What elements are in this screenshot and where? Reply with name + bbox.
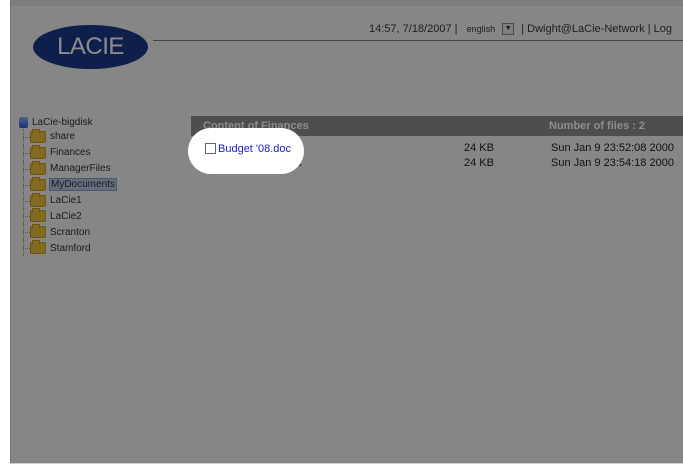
tree-item[interactable]: Finances xyxy=(19,144,116,161)
tree-item-label: LaCie1 xyxy=(50,195,82,206)
tree-item[interactable]: Stamford xyxy=(19,240,116,257)
header-info: 14:57, 7/18/2007 | english ▼ | Dwight@La… xyxy=(369,23,672,36)
file-date: Sun Jan 9 23:52:08 2000 xyxy=(551,142,674,154)
folder-icon xyxy=(30,128,46,143)
header-divider xyxy=(153,40,683,41)
disk-icon xyxy=(19,117,28,128)
file-size: 24 KB xyxy=(464,157,494,169)
tree-item[interactable]: Scranton xyxy=(19,224,116,241)
file-link[interactable]: Budget '08.doc xyxy=(218,143,291,155)
folder-icon xyxy=(30,224,46,239)
tree-item[interactable]: LaCie2 xyxy=(19,208,116,225)
folder-tree: LaCie-bigdisk share Finances ManagerFiles M… xyxy=(19,116,117,257)
tree-item-label: MyDocuments xyxy=(49,178,117,192)
folder-icon xyxy=(30,160,46,175)
tree-item[interactable]: share xyxy=(19,128,116,145)
tree-item[interactable]: LaCie1 xyxy=(19,192,116,209)
user-info[interactable]: | Dwight@LaCie-Network | Log xyxy=(521,23,672,35)
folder-icon xyxy=(30,192,46,207)
file-size: 24 KB xyxy=(464,142,494,154)
browser-viewport: LACIE 14:57, 7/18/2007 | english ▼ | Dwi… xyxy=(10,0,683,464)
tree-root-label: LaCie-bigdisk xyxy=(32,117,93,128)
folder-icon xyxy=(30,240,46,255)
folder-icon xyxy=(30,144,46,159)
tree-item-label: Stamford xyxy=(50,242,91,254)
language-select[interactable]: english xyxy=(467,24,496,34)
tree-item-label: share xyxy=(50,131,76,143)
tree-item-label: Scranton xyxy=(50,226,91,238)
file-count: Number of files : 2 xyxy=(549,120,645,132)
tree-item-label: ManagerFiles xyxy=(50,163,111,175)
datetime-text: 14:57, 7/18/2007 | xyxy=(369,23,458,35)
tree-item-label: Finances xyxy=(50,147,91,159)
folder-icon xyxy=(30,176,46,191)
lacie-logo: LACIE xyxy=(33,25,148,69)
file-checkbox[interactable] xyxy=(205,143,216,154)
tree-item[interactable]: ManagerFiles xyxy=(19,160,116,177)
folder-icon xyxy=(30,208,46,223)
highlight-spot: Budget '08.doc xyxy=(188,128,304,174)
tree-item[interactable]: MyDocuments xyxy=(19,176,117,193)
file-date: Sun Jan 9 23:54:18 2000 xyxy=(551,157,674,169)
tree-item-label: LaCie2 xyxy=(50,210,82,222)
chevron-down-icon[interactable]: ▼ xyxy=(502,23,515,36)
tree-root[interactable]: LaCie-bigdisk xyxy=(19,116,116,129)
top-menu-strip xyxy=(11,0,683,6)
